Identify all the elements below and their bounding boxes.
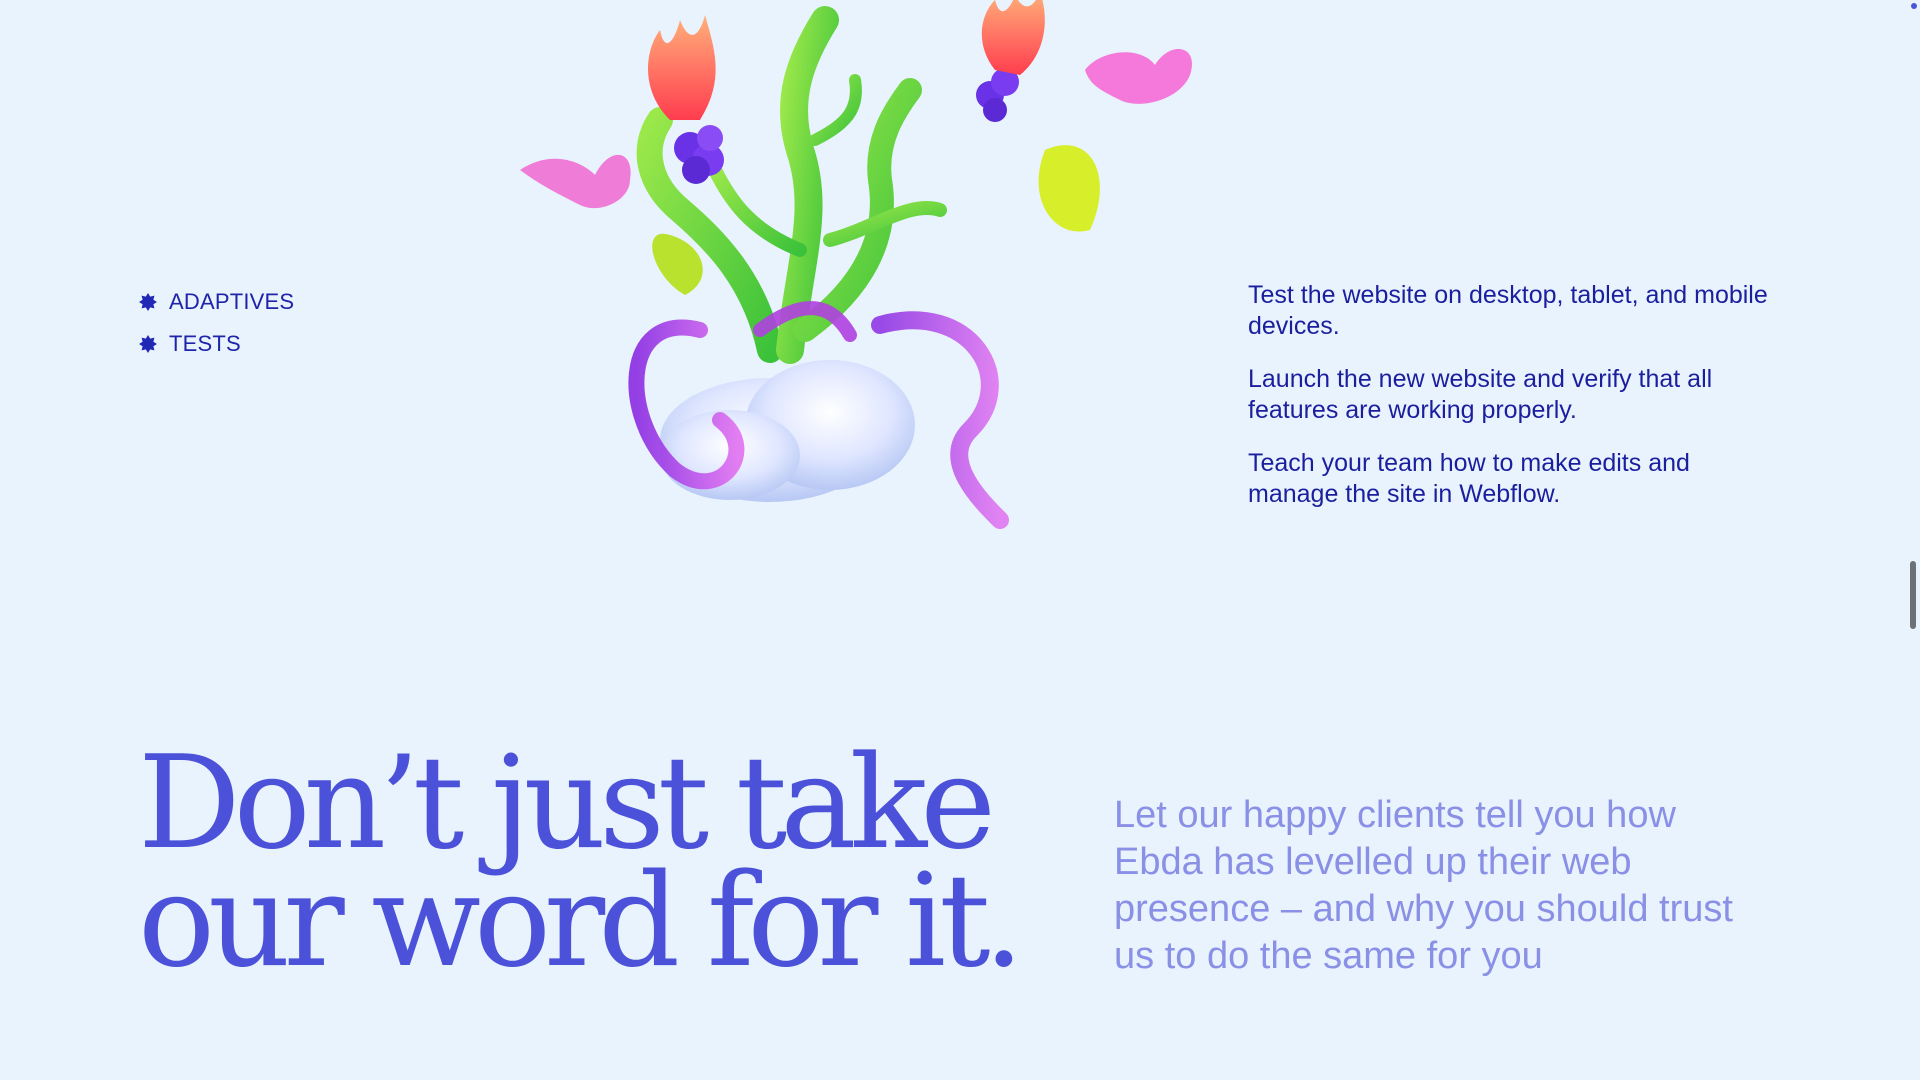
- scroll-up-icon[interactable]: [1911, 3, 1917, 9]
- steps-list: Test the website on desktop, tablet, and…: [1248, 280, 1768, 532]
- tag-item-adaptives: ADAPTIVES: [139, 281, 294, 323]
- step-launch: Launch the new website and verify that a…: [1248, 365, 1713, 424]
- badge-star-icon: [139, 335, 157, 353]
- page-scrollbar[interactable]: [1906, 0, 1920, 1080]
- tag-label: TESTS: [169, 331, 241, 356]
- tag-label: ADAPTIVES: [169, 289, 295, 314]
- step-teach: Teach your team how to make edits and ma…: [1248, 449, 1690, 508]
- testimonials-headline: Don’t just take our word for it.: [138, 729, 1024, 996]
- headline-line-2: our word for it.: [138, 847, 1024, 996]
- testimonials-subcopy: Let our happy clients tell you how Ebda …: [1114, 794, 1733, 977]
- step-test: Test the website on desktop, tablet, and…: [1248, 281, 1768, 340]
- scrollbar-thumb[interactable]: [1910, 561, 1916, 629]
- tag-list: ADAPTIVES TESTS: [139, 281, 294, 365]
- plant-illustration: [500, 0, 1220, 545]
- badge-star-icon: [139, 293, 157, 311]
- headline-line-1: Don’t just take: [138, 729, 996, 878]
- tag-item-tests: TESTS: [139, 323, 294, 365]
